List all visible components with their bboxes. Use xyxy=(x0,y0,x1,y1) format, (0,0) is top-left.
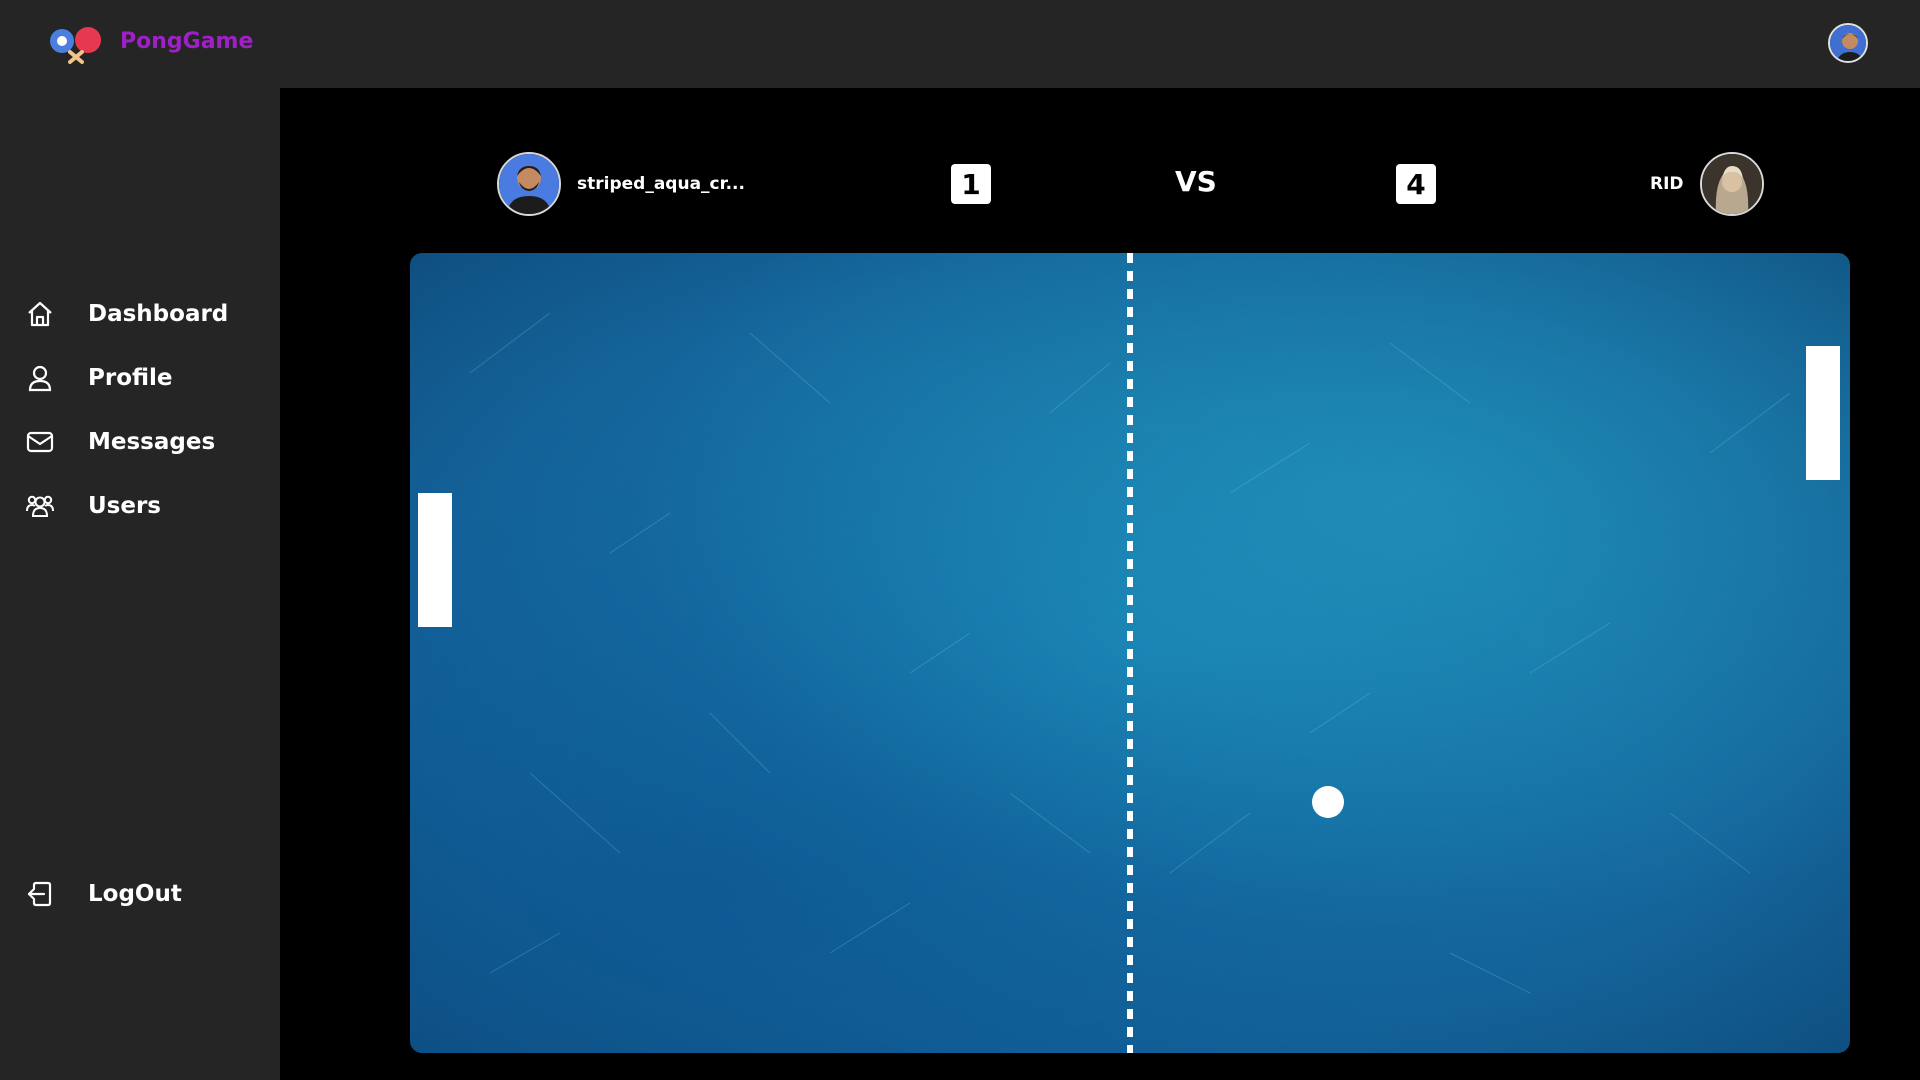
logout-label: LogOut xyxy=(88,881,182,907)
ball xyxy=(1312,786,1344,818)
player-2-name: RID xyxy=(1650,174,1684,194)
center-net-line xyxy=(1127,253,1133,1053)
ping-pong-logo-icon xyxy=(50,27,101,64)
sidebar-item-messages[interactable]: Messages xyxy=(24,422,264,462)
right-paddle xyxy=(1806,346,1840,480)
sidebar-item-dashboard[interactable]: Dashboard xyxy=(24,294,264,334)
mail-icon xyxy=(24,426,56,458)
player-2-score: 4 xyxy=(1396,164,1436,204)
sidebar: Dashboard Profile Messages Users LogOut xyxy=(0,88,280,1080)
sidebar-item-label: Users xyxy=(88,493,161,519)
player-1-name: striped_aqua_cr... xyxy=(577,174,745,194)
logout-button[interactable]: LogOut xyxy=(24,874,264,914)
sidebar-item-label: Profile xyxy=(88,365,173,391)
home-icon xyxy=(24,298,56,330)
users-icon xyxy=(24,490,56,522)
sidebar-item-label: Messages xyxy=(88,429,216,455)
brand-name[interactable]: PongGame xyxy=(120,29,253,54)
top-bar: PongGame xyxy=(0,0,1920,88)
pong-field[interactable] xyxy=(410,253,1850,1053)
left-paddle xyxy=(418,493,452,627)
sidebar-item-label: Dashboard xyxy=(88,301,229,327)
sidebar-item-users[interactable]: Users xyxy=(24,486,264,526)
sidebar-item-profile[interactable]: Profile xyxy=(24,358,264,398)
vs-label: VS xyxy=(1175,165,1217,198)
player-2-avatar[interactable] xyxy=(1699,152,1764,216)
logout-icon xyxy=(24,878,56,910)
user-icon xyxy=(24,362,56,394)
game-area: striped_aqua_cr... 1 VS 4 RID xyxy=(280,88,1920,1080)
player-1-avatar[interactable] xyxy=(497,152,561,216)
player-2: RID xyxy=(1650,152,1764,216)
player-1-score: 1 xyxy=(951,164,991,204)
player-1: striped_aqua_cr... xyxy=(497,152,745,216)
user-avatar[interactable] xyxy=(1828,23,1868,63)
